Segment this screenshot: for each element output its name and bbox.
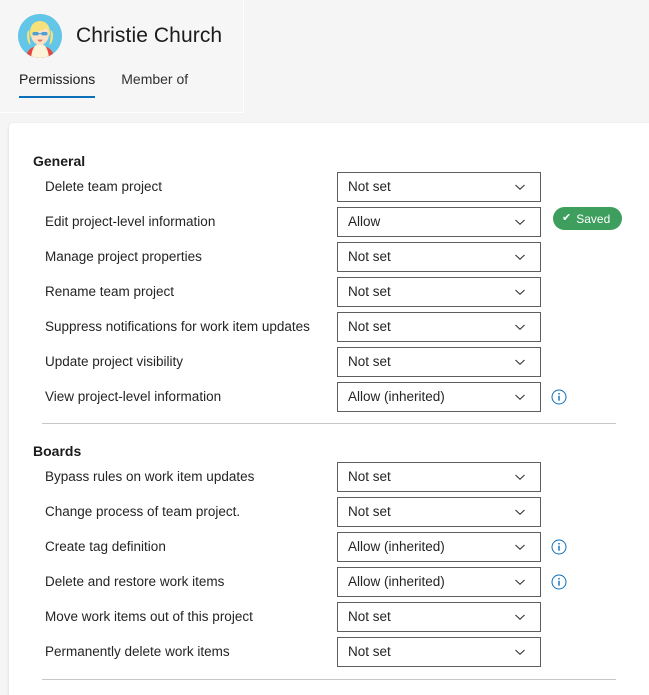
chevron-down-icon — [513, 320, 527, 334]
table-row: View project-level information Allow (in… — [9, 379, 649, 414]
permission-dropdown[interactable]: Not set — [337, 171, 541, 202]
permission-dropdown-value: Allow (inherited) — [348, 574, 445, 589]
chevron-down-icon — [513, 645, 527, 659]
permission-label: Create tag definition — [45, 539, 166, 554]
permission-dropdown-value: Not set — [348, 179, 391, 194]
section-divider — [42, 423, 616, 424]
tab-member-of[interactable]: Member of — [121, 68, 201, 98]
table-row: Permanently delete work items Not set — [9, 634, 649, 669]
permission-dropdown[interactable]: Allow (inherited) — [337, 566, 541, 597]
section-divider-bottom — [42, 679, 616, 680]
permission-label: Move work items out of this project — [45, 609, 253, 624]
permission-label: Edit project-level information — [45, 214, 216, 229]
permission-label: Delete team project — [45, 179, 163, 194]
permission-dropdown[interactable]: Not set — [337, 636, 541, 667]
permission-dropdown[interactable]: Not set — [337, 496, 541, 527]
permission-label: Update project visibility — [45, 354, 184, 369]
chevron-down-icon — [513, 610, 527, 624]
permission-label: Permanently delete work items — [45, 644, 230, 659]
checkmark-icon: ✔ — [562, 212, 572, 224]
permission-dropdown[interactable]: Allow — [337, 206, 541, 237]
chevron-down-icon — [513, 355, 527, 369]
permission-dropdown-value: Not set — [348, 609, 391, 624]
table-row: Bypass rules on work item updates Not se… — [9, 459, 649, 494]
permission-label: Rename team project — [45, 284, 175, 299]
permission-label: Bypass rules on work item updates — [45, 469, 255, 484]
table-row: Suppress notifications for work item upd… — [9, 309, 649, 344]
permission-label: Suppress notifications for work item upd… — [45, 319, 310, 334]
section-title-boards: Boards — [33, 443, 82, 459]
table-row: Create tag definition Allow (inherited) — [9, 529, 649, 564]
user-identity: Christie Church — [18, 14, 222, 58]
permission-dropdown-value: Allow (inherited) — [348, 389, 445, 404]
table-row: Edit project-level information Allow ✔ S… — [9, 204, 649, 239]
permission-dropdown-value: Not set — [348, 319, 391, 334]
permissions-page: Christie Church Permissions Member of Ge… — [0, 0, 649, 695]
section-general: General Delete team project Not set Edit… — [9, 153, 649, 414]
permission-dropdown-value: Not set — [348, 249, 391, 264]
info-circle-icon[interactable] — [551, 574, 567, 590]
status-badge: ✔ Saved — [553, 207, 623, 230]
chevron-down-icon — [513, 540, 527, 554]
permission-dropdown[interactable]: Not set — [337, 601, 541, 632]
permission-dropdown[interactable]: Not set — [337, 346, 541, 377]
chevron-down-icon — [513, 470, 527, 484]
chevron-down-icon — [513, 250, 527, 264]
permission-dropdown-value: Not set — [348, 284, 391, 299]
chevron-down-icon — [513, 215, 527, 229]
info-circle-icon[interactable] — [551, 389, 567, 405]
info-circle-icon[interactable] — [551, 539, 567, 555]
tab-bar: Permissions Member of — [19, 68, 214, 98]
user-header: Christie Church Permissions Member of — [0, 0, 244, 113]
table-row: Change process of team project. Not set — [9, 494, 649, 529]
permission-dropdown-value: Not set — [348, 469, 391, 484]
chevron-down-icon — [513, 575, 527, 589]
page-title: Christie Church — [76, 24, 223, 47]
table-row: Delete and restore work items Allow (inh… — [9, 564, 649, 599]
avatar[interactable] — [18, 14, 62, 58]
section-boards: Boards Bypass rules on work item updates… — [9, 443, 649, 669]
status-badge-label: Saved — [576, 211, 611, 226]
chevron-down-icon — [513, 180, 527, 194]
permission-label: Manage project properties — [45, 249, 202, 264]
permission-dropdown[interactable]: Not set — [337, 241, 541, 272]
permission-dropdown-value: Allow — [348, 214, 381, 229]
permission-label: Change process of team project. — [45, 504, 241, 519]
permission-dropdown-value: Not set — [348, 504, 391, 519]
table-row: Update project visibility Not set — [9, 344, 649, 379]
permission-dropdown[interactable]: Allow (inherited) — [337, 531, 541, 562]
permission-dropdown[interactable]: Not set — [337, 311, 541, 342]
chevron-down-icon — [513, 390, 527, 404]
chevron-down-icon — [513, 285, 527, 299]
permission-dropdown-value: Not set — [348, 644, 391, 659]
table-row: Move work items out of this project Not … — [9, 599, 649, 634]
chevron-down-icon — [513, 505, 527, 519]
table-row: Rename team project Not set — [9, 274, 649, 309]
permission-label: View project-level information — [45, 389, 222, 404]
table-row: Delete team project Not set — [9, 169, 649, 204]
table-row: Manage project properties Not set — [9, 239, 649, 274]
permission-dropdown[interactable]: Allow (inherited) — [337, 381, 541, 412]
section-title-general: General — [33, 153, 86, 169]
permissions-card: General Delete team project Not set Edit… — [9, 123, 649, 695]
permission-dropdown[interactable]: Not set — [337, 276, 541, 307]
permission-dropdown-value: Not set — [348, 354, 391, 369]
permission-label: Delete and restore work items — [45, 574, 225, 589]
permission-dropdown[interactable]: Not set — [337, 461, 541, 492]
permission-dropdown-value: Allow (inherited) — [348, 539, 445, 554]
tab-permissions[interactable]: Permissions — [19, 68, 108, 98]
